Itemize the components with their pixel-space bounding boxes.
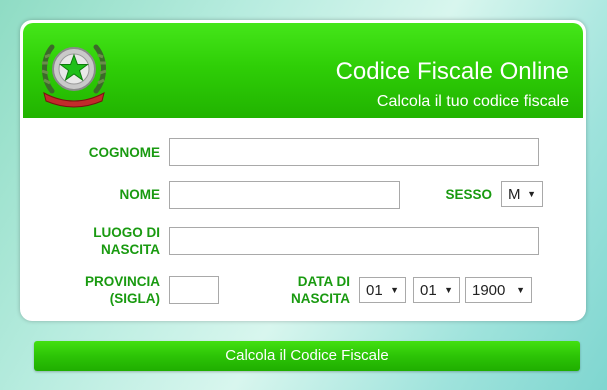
header-banner: Codice Fiscale Online Calcola il tuo cod… (23, 23, 583, 118)
day-value: 01 (366, 281, 383, 299)
sesso-label: SESSO (445, 187, 492, 202)
year-select[interactable]: 1900 ▼ (465, 277, 532, 303)
chevron-down-icon: ▼ (516, 285, 525, 295)
luogo-field[interactable] (169, 227, 539, 255)
provincia-label: PROVINCIA (SIGLA) (84, 274, 160, 306)
italian-emblem-icon (41, 44, 107, 108)
chevron-down-icon: ▼ (390, 285, 399, 295)
chevron-down-icon: ▼ (444, 285, 453, 295)
sesso-value: M (508, 185, 521, 203)
sesso-select[interactable]: M ▼ (501, 181, 543, 207)
nome-label: NOME (119, 187, 161, 202)
cognome-label: COGNOME (88, 145, 160, 160)
year-value: 1900 (472, 281, 506, 299)
luogo-label: LUOGO DI NASCITA (93, 225, 160, 257)
chevron-down-icon: ▼ (527, 189, 536, 199)
month-select[interactable]: 01 ▼ (413, 277, 460, 303)
calcola-button[interactable]: Calcola il Codice Fiscale (34, 341, 580, 371)
month-value: 01 (420, 281, 437, 299)
day-select[interactable]: 01 ▼ (359, 277, 406, 303)
nome-field[interactable] (169, 181, 400, 209)
provincia-field[interactable] (169, 276, 219, 304)
data-label: DATA DI NASCITA (291, 274, 350, 306)
page-title: Codice Fiscale Online (335, 58, 569, 85)
cognome-field[interactable] (169, 138, 539, 166)
page-subtitle: Calcola il tuo codice fiscale (376, 93, 569, 110)
